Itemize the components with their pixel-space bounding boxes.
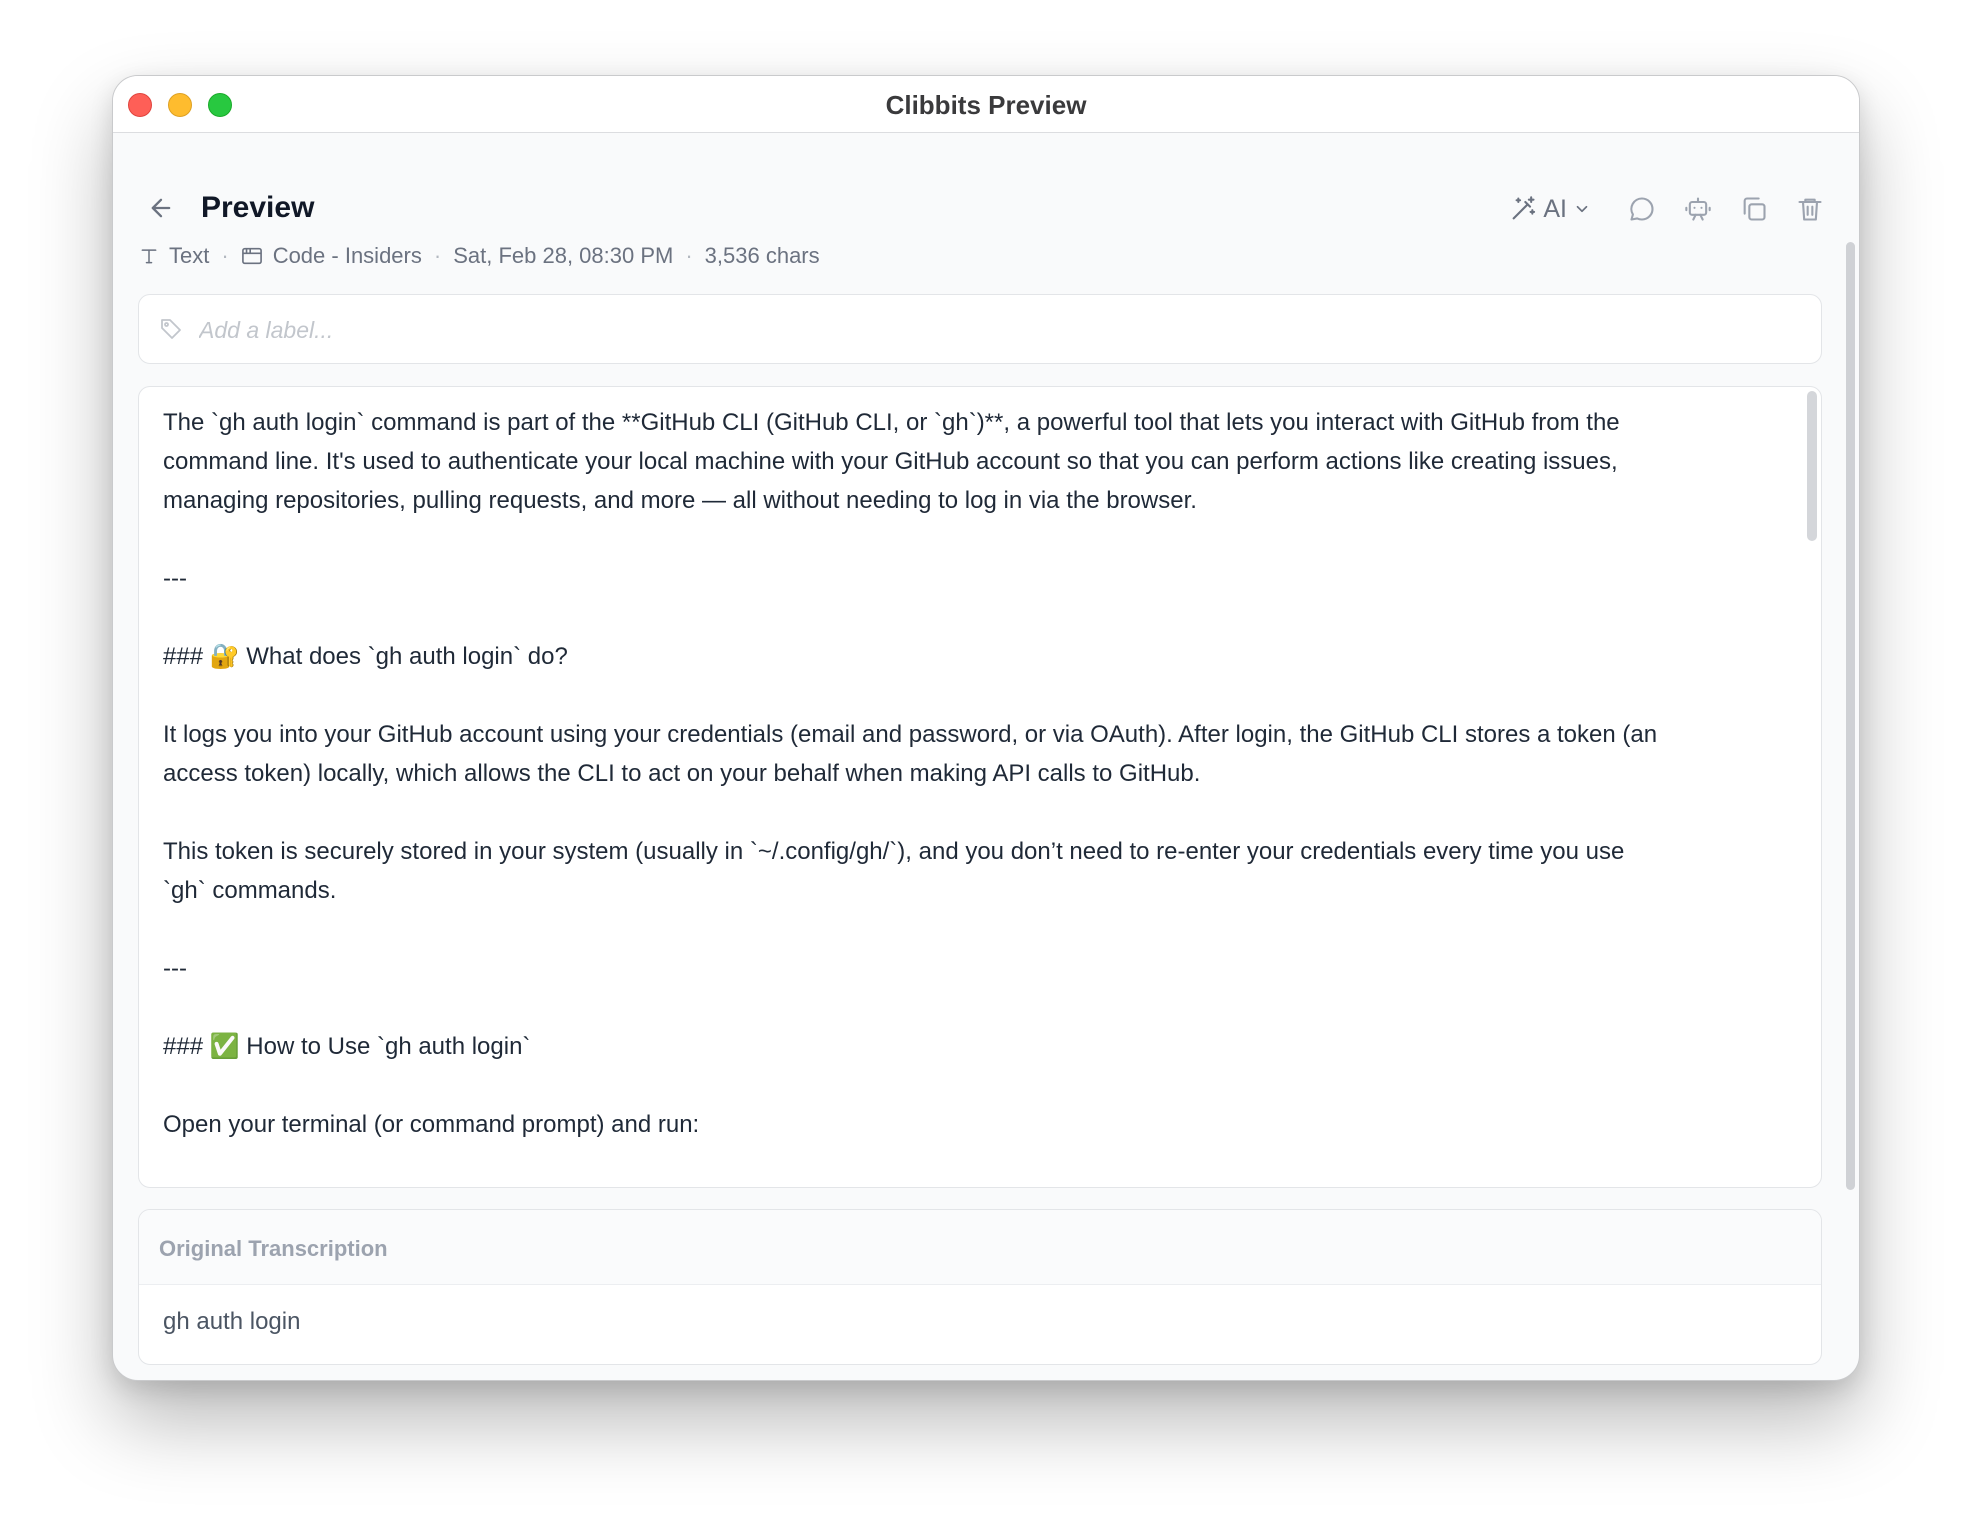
metadata-row: Text · Code - Insiders · Sat, Feb 28, 08… [139, 243, 820, 269]
original-transcription-panel: Original Transcription gh auth login [138, 1209, 1822, 1365]
label-input[interactable] [197, 311, 1701, 349]
app-window-icon [241, 247, 262, 265]
window-scrollbar[interactable] [1846, 242, 1855, 1190]
original-transcription-text: gh auth login [163, 1308, 301, 1335]
copy-icon [1743, 197, 1766, 221]
bot-button[interactable] [1683, 194, 1713, 224]
title-bar: Clibbits Preview [113, 76, 1859, 133]
ai-menu-button[interactable]: AI [1509, 195, 1591, 224]
original-transcription-title: Original Transcription [159, 1236, 388, 1261]
tag-icon [161, 319, 181, 339]
ai-label: AI [1543, 194, 1567, 223]
chat-bubble-icon [1630, 197, 1654, 221]
chevron-down-icon [1576, 205, 1588, 213]
content-type: Text [169, 243, 210, 268]
content-panel[interactable]: The `gh auth login` command is part of t… [138, 386, 1822, 1188]
source-app: Code - Insiders [272, 243, 422, 268]
comment-button[interactable] [1627, 194, 1657, 224]
bot-icon [1685, 197, 1711, 221]
char-count: 3,536 chars [704, 243, 820, 268]
toolbar: AI [1509, 194, 1825, 224]
original-transcription-header: Original Transcription [139, 1210, 1821, 1285]
magic-wand-icon [1512, 196, 1536, 220]
page-title: Preview [201, 191, 315, 224]
delete-button[interactable] [1795, 194, 1825, 224]
back-button[interactable] [147, 194, 175, 222]
meta-separator: · [685, 243, 693, 268]
content-scrollbar[interactable] [1807, 391, 1817, 541]
clip-content[interactable]: The `gh auth login` command is part of t… [163, 403, 1763, 1144]
timestamp: Sat, Feb 28, 08:30 PM [453, 243, 674, 268]
window-title: Clibbits Preview [885, 90, 1087, 120]
label-field[interactable] [138, 294, 1822, 364]
type-meta: Text [139, 243, 209, 269]
app-meta: Code - Insiders [241, 243, 422, 269]
text-type-icon [141, 249, 157, 264]
meta-separator: · [433, 243, 442, 268]
app-window: Clibbits Preview Preview AI Text · Code … [112, 75, 1860, 1381]
meta-separator: · [221, 243, 229, 268]
trash-icon [1798, 198, 1822, 221]
arrow-left-icon [151, 198, 171, 218]
copy-button[interactable] [1739, 194, 1769, 224]
